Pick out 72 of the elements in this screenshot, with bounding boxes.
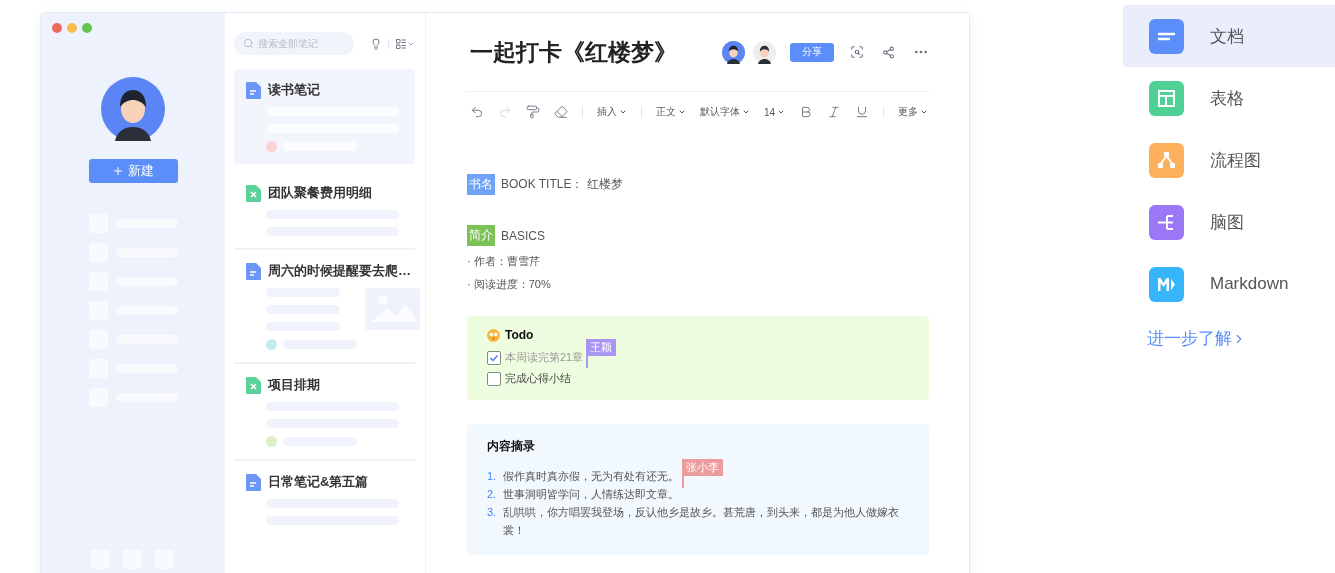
excerpt-text: 乱哄哄，你方唱罢我登场，反认他乡是故乡。甚荒唐，到头来，都是为他人做嫁衣裳！ [503,505,900,538]
caret-icon [678,108,686,116]
list-number: 1. [487,469,497,484]
avatar [101,77,165,141]
list-number: 2. [487,487,497,502]
search-icon [243,38,254,49]
caret-icon [742,108,750,116]
markdown-icon [1149,266,1184,302]
list-view-icon[interactable] [395,37,415,50]
document-title: 一起打卡《红楼梦》 [470,37,678,67]
eraser-icon[interactable] [554,105,568,119]
field-text: BOOK TITLE： 红楼梦 [501,176,623,193]
document-icon [1149,18,1184,54]
note-item[interactable]: 团队聚餐费用明细 [234,172,415,248]
avatar [722,40,745,64]
caret-icon [619,108,627,116]
search-icon[interactable] [850,45,864,59]
toolbar-dropdown[interactable]: 插入 [597,105,627,119]
avatar [753,40,776,64]
excerpt-text: 世事洞明皆学问，人情练达即文章。 [503,487,679,502]
toolbar-dropdown[interactable]: 正文 [656,105,686,119]
italic-icon[interactable] [827,105,842,119]
excerpt-title: 内容摘录 [487,438,535,455]
window-controls-drawing [52,23,92,33]
bullet-item: · 作者：曹雪芹 [467,254,541,269]
plus-icon [112,165,124,177]
field-tag: 简介 [467,225,495,246]
emoji-icon [487,328,500,342]
spreadsheet-icon [246,184,261,202]
note-title: 日常笔记&第五篇 [268,473,369,491]
todo-title: Todo [505,328,534,342]
field-tag: 书名 [467,174,495,195]
checkbox[interactable] [487,371,501,386]
network-icon[interactable] [882,45,895,59]
note-title: 读书笔记 [268,81,320,99]
note-item[interactable]: 日常笔记&第五篇 [234,461,415,537]
checkbox[interactable] [487,350,501,365]
type-item[interactable]: 流程图 [1123,129,1335,191]
field-text: BASICS [501,228,545,243]
table-icon [1149,80,1184,116]
spreadsheet-icon [246,376,261,394]
note-item[interactable]: 项目排期 [234,364,415,459]
type-item[interactable]: 表格 [1123,67,1335,129]
undo-icon[interactable] [470,105,484,119]
note-item[interactable]: 读书笔记 [234,69,415,164]
note-title: 项目排期 [268,376,320,394]
type-item[interactable]: 文档 [1123,5,1335,67]
flowchart-icon [1149,142,1184,178]
caret-icon [920,108,929,116]
document-icon [246,81,261,99]
caret-icon [777,108,786,116]
toolbar-dropdown[interactable]: 默认字体 [700,105,750,119]
todo-text: 完成心得小结 [505,371,571,386]
note-item[interactable]: 周六的时候提醒要去爬… [234,250,415,362]
note-title: 周六的时候提醒要去爬… [268,262,411,280]
cursor-flag: 王颖 [586,339,617,368]
list-number: 3. [487,505,497,520]
lightbulb-icon[interactable] [370,37,382,50]
document-icon [246,473,261,491]
checkmark-icon [489,352,499,363]
type-item[interactable]: 脑图 [1123,191,1335,253]
cursor-flag: 张小李 [682,459,723,488]
note-title: 团队聚餐费用明细 [268,184,372,202]
bullet-item: · 阅读进度：70% [467,277,552,292]
toolbar-dropdown[interactable]: 更多 [898,105,929,119]
document-icon [246,262,261,280]
bold-icon[interactable] [799,105,814,119]
toolbar-dropdown[interactable]: 14 [764,106,786,118]
mind-map-icon [1149,204,1184,240]
type-item[interactable]: Markdown [1123,253,1335,315]
paint-roller-icon[interactable] [526,105,540,119]
underline-icon[interactable] [855,105,870,119]
